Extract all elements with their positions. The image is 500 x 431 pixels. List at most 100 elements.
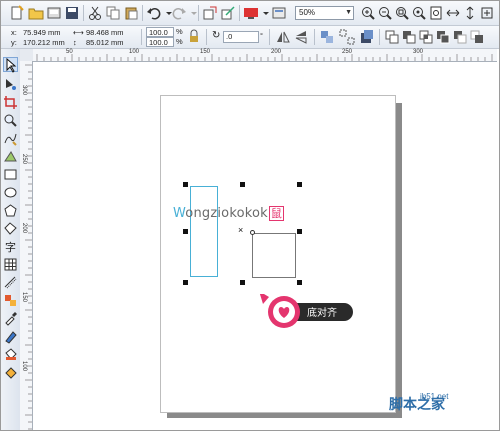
selection-handle[interactable] (297, 280, 302, 285)
mirror-horizontal-icon[interactable] (275, 29, 291, 45)
new-document-icon[interactable] (9, 5, 25, 21)
zoom-level-select[interactable]: 50% ▼ (295, 6, 354, 20)
zoom-page-icon[interactable] (428, 5, 444, 21)
lock-ratio-icon[interactable] (186, 29, 202, 45)
pan-icon[interactable] (479, 5, 495, 21)
weld-icon[interactable] (384, 29, 400, 45)
zoom-selected-icon[interactable] (411, 5, 427, 21)
ungroup-all-icon[interactable] (359, 29, 375, 45)
scale-x-field[interactable]: 100.0 (146, 27, 174, 37)
eyedropper-tool-icon[interactable] (3, 311, 18, 326)
cut-icon[interactable] (87, 5, 103, 21)
open-folder-icon[interactable] (28, 5, 44, 21)
text-tool-icon[interactable]: 字 (3, 239, 18, 254)
zoom-all-icon[interactable] (394, 5, 410, 21)
zoom-level-value: 50% (299, 8, 316, 17)
trim-icon[interactable] (401, 29, 417, 45)
property-bar: x: 75.949 mm y: 170.212 mm ⟷ 98.468 mm ↕… (1, 26, 499, 49)
scale-y-field[interactable]: 100.0 (146, 37, 174, 47)
bottom-align-callout (259, 294, 353, 328)
x-position-field[interactable]: 75.949 mm (23, 28, 61, 38)
selection-handle[interactable] (297, 229, 302, 234)
undo-dropdown-icon[interactable] (161, 5, 172, 21)
freehand-tool-icon[interactable] (3, 131, 18, 146)
zoom-tool-icon[interactable] (3, 113, 18, 128)
percent-x-label: % (176, 27, 183, 36)
group-icon[interactable] (319, 29, 335, 45)
fill-tool-icon[interactable] (3, 347, 18, 362)
basic-shapes-tool-icon[interactable] (3, 221, 18, 236)
ruler-top-tick-label: 100 (129, 49, 140, 55)
application-launcher-icon[interactable] (243, 5, 259, 21)
undo-icon[interactable] (146, 5, 162, 21)
export-icon[interactable] (220, 5, 236, 21)
zoom-width-icon[interactable] (445, 5, 461, 21)
zoom-in-icon[interactable] (360, 5, 376, 21)
horizontal-ruler[interactable]: 50 100 150 200 250 300 (33, 49, 497, 62)
width-field[interactable]: 98.468 mm (86, 28, 124, 38)
ruler-top-tick-label: 300 (413, 49, 424, 55)
ruler-top-tick-label: 50 (66, 49, 73, 55)
zoom-out-icon[interactable] (377, 5, 393, 21)
copy-icon[interactable] (105, 5, 121, 21)
smart-fill-tool-icon[interactable] (3, 149, 18, 164)
selection-handle[interactable] (183, 229, 188, 234)
redo-icon[interactable] (171, 5, 187, 21)
vertical-ruler-ticks (25, 64, 32, 430)
redo-dropdown-icon[interactable] (186, 5, 197, 21)
standard-toolbar: 50% ▼ (1, 1, 499, 26)
table-tool-icon[interactable] (3, 257, 18, 272)
x-position-label: x: (11, 28, 17, 37)
simplify-icon[interactable] (435, 29, 451, 45)
ruler-top-tick-label: 150 (200, 49, 211, 55)
ruler-left-tick-label: 200 (21, 223, 27, 234)
toolbox: 字 (1, 49, 21, 430)
intersect-icon[interactable] (418, 29, 434, 45)
ellipse-tool-icon[interactable] (3, 185, 18, 200)
paste-icon[interactable] (123, 5, 139, 21)
selection-handle[interactable] (297, 182, 302, 187)
percent-y-label: % (176, 37, 183, 46)
logo-first-letter: W (173, 206, 186, 221)
parallel-dimension-tool-icon[interactable] (3, 275, 18, 290)
height-field[interactable]: 85.012 mm (86, 38, 124, 48)
y-position-field[interactable]: 170.212 mm (23, 38, 65, 48)
rotate-icon: ↻ (212, 30, 221, 41)
pick-tool-icon[interactable] (3, 57, 18, 73)
back-minus-front-icon[interactable] (469, 29, 485, 45)
crop-tool-icon[interactable] (3, 95, 18, 110)
mirror-vertical-icon[interactable] (293, 29, 309, 45)
outline-pen-tool-icon[interactable] (3, 329, 18, 344)
ruler-left-tick-label: 150 (21, 292, 27, 303)
zoom-height-icon[interactable] (462, 5, 478, 21)
launcher-dropdown-icon[interactable] (258, 5, 269, 21)
selection-handle[interactable] (183, 182, 188, 187)
interactive-fill-tool-icon[interactable] (3, 365, 18, 380)
watermark-text: 脚本之家 (389, 397, 445, 413)
ruler-top-tick-label: 250 (342, 49, 353, 55)
selection-handle[interactable] (240, 280, 245, 285)
selection-handle[interactable] (240, 182, 245, 187)
selected-tall-rectangle[interactable] (190, 186, 218, 277)
svg-text:字: 字 (5, 240, 16, 254)
welcome-screen-icon[interactable] (271, 5, 287, 21)
logo-wordmark[interactable]: Wongziokokok 鼠 (173, 205, 285, 221)
rotation-field[interactable]: .0 (223, 31, 259, 43)
polygon-tool-icon[interactable] (3, 203, 18, 218)
selection-handle[interactable] (183, 280, 188, 285)
open-file-icon[interactable] (46, 5, 62, 21)
selected-square[interactable] (252, 233, 296, 278)
height-icon: ↕ (73, 38, 77, 47)
logo-rest-text: ongziokokok (185, 206, 268, 221)
rectangle-tool-icon[interactable] (3, 167, 18, 182)
import-icon[interactable] (202, 5, 218, 21)
interactive-blend-tool-icon[interactable] (3, 293, 18, 308)
front-minus-back-icon[interactable] (452, 29, 468, 45)
ungroup-icon[interactable] (339, 29, 355, 45)
shape-tool-icon[interactable] (3, 77, 18, 92)
anchor-node (250, 230, 255, 235)
chevron-down-icon: ▼ (345, 9, 352, 16)
save-icon[interactable] (64, 5, 80, 21)
selection-center-marker[interactable]: × (238, 225, 243, 235)
vertical-ruler[interactable]: 300 250 200 150 100 (20, 61, 33, 430)
